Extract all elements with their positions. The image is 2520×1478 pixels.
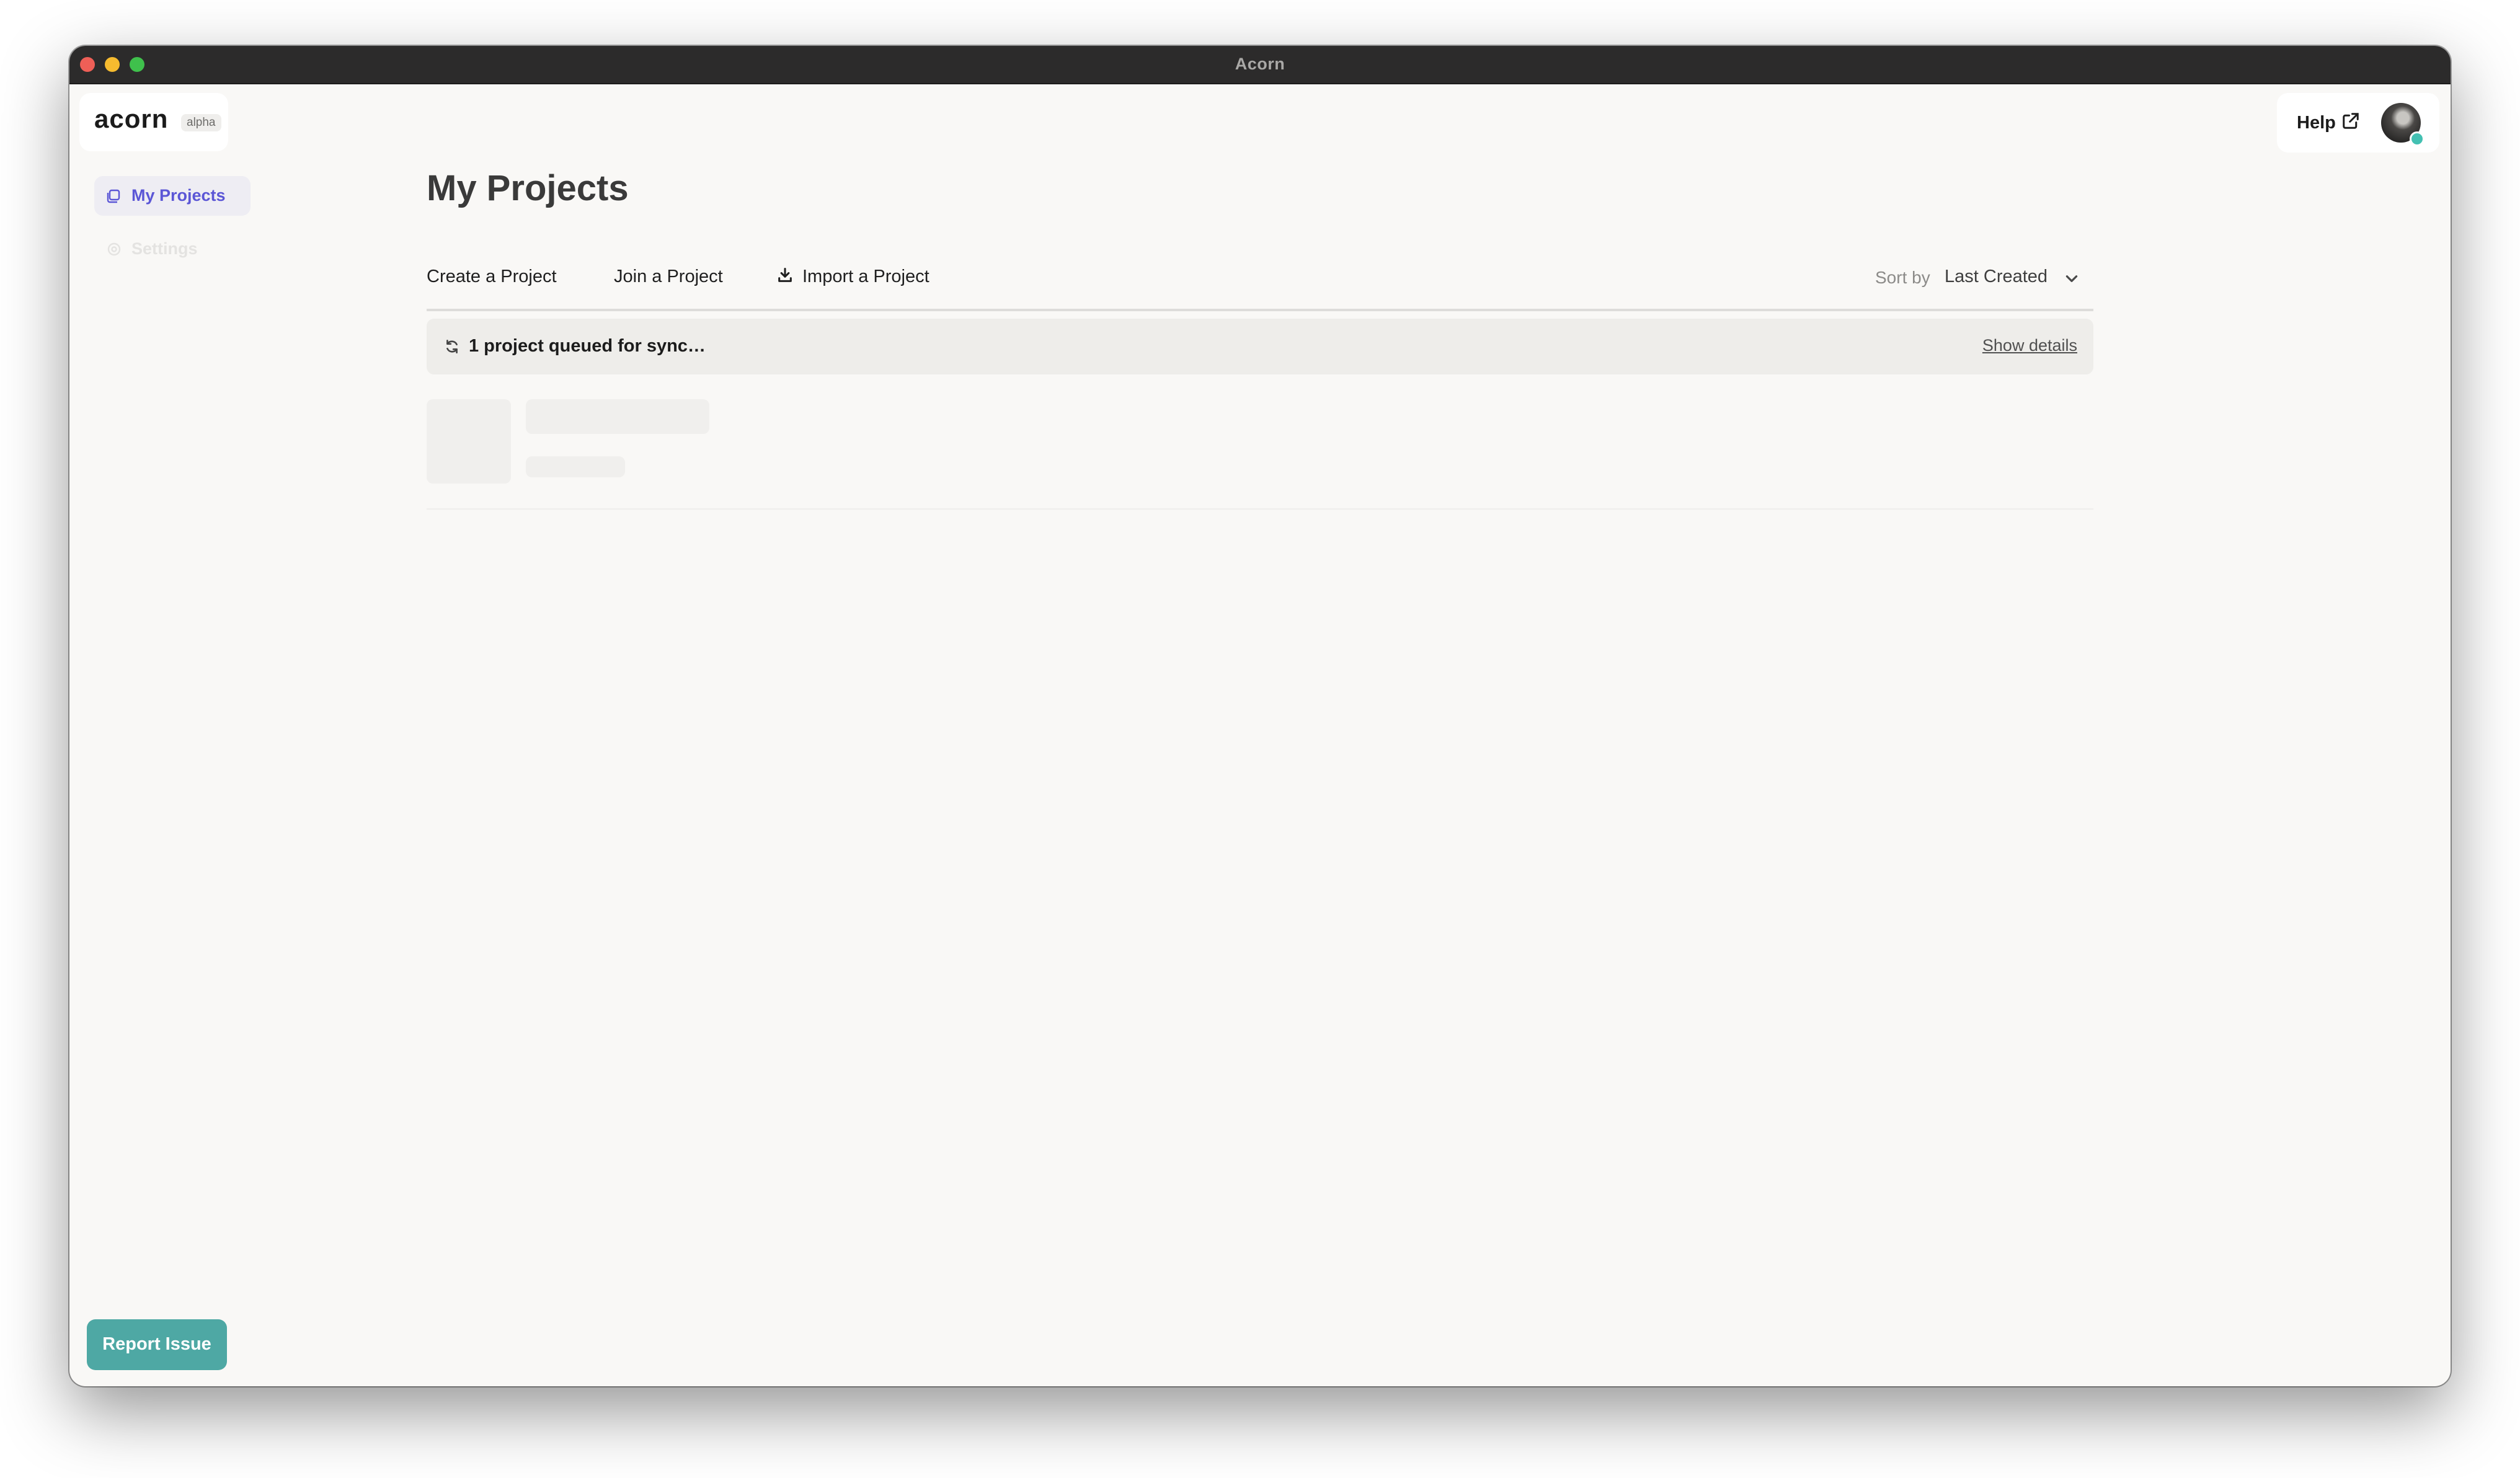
gear-icon	[107, 242, 121, 256]
page-title: My Projects	[427, 168, 629, 208]
external-link-icon[interactable]	[2341, 112, 2360, 130]
project-title-skeleton	[526, 399, 709, 434]
chevron-down-icon[interactable]	[2064, 270, 2080, 286]
brand-name: acorn	[94, 104, 169, 133]
import-project-button[interactable]: Import a Project	[802, 267, 929, 287]
report-issue-label: Report Issue	[102, 1334, 211, 1354]
help-link[interactable]: Help	[2297, 113, 2336, 133]
project-meta-skeleton	[526, 456, 625, 477]
sidebar-item-label: My Projects	[131, 186, 226, 205]
sidebar-item-settings[interactable]: Settings	[94, 229, 251, 269]
sync-icon	[446, 339, 458, 354]
sort-select[interactable]: Last Created	[1945, 267, 2048, 287]
sync-status-banner: 1 project queued for sync… Show details	[427, 319, 2093, 374]
alpha-badge: alpha	[181, 114, 221, 131]
sidebar-item-my-projects[interactable]: My Projects	[94, 176, 251, 216]
online-status-dot	[2410, 131, 2425, 146]
project-thumbnail-skeleton	[427, 399, 511, 484]
sidebar-item-label: Settings	[131, 239, 198, 258]
header-actions: Help	[2277, 93, 2439, 153]
report-issue-button[interactable]: Report Issue	[87, 1319, 227, 1370]
window-title: Acorn	[1235, 55, 1285, 73]
list-row-divider	[427, 508, 2093, 510]
join-project-button[interactable]: Join a Project	[614, 267, 723, 287]
download-icon[interactable]	[776, 267, 794, 284]
projects-icon	[107, 189, 120, 203]
sort-label: Sort by	[1875, 268, 1930, 287]
show-details-link[interactable]: Show details	[1982, 336, 2077, 355]
app-window: Acorn acorn alpha My Projects Settings H…	[69, 46, 2451, 1386]
title-bar: Acorn	[69, 46, 2451, 84]
toolbar-divider	[427, 309, 2093, 311]
brand-logo[interactable]: acorn alpha	[79, 93, 228, 151]
sync-message: 1 project queued for sync…	[469, 336, 706, 356]
create-project-button[interactable]: Create a Project	[427, 267, 557, 287]
